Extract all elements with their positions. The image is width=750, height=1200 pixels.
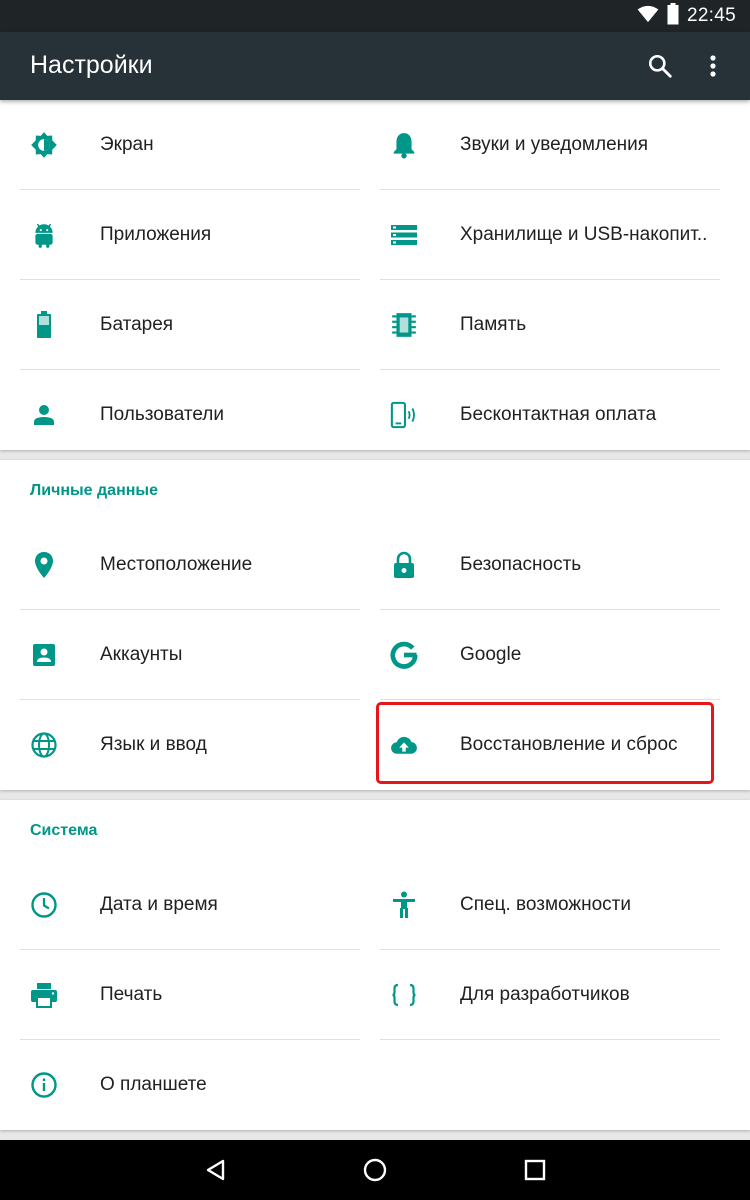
settings-item-label: О планшете	[100, 1074, 207, 1095]
settings-item-label: Приложения	[100, 224, 212, 245]
system-settings-card: Система Дата и время Спец. возможности П…	[0, 800, 750, 1130]
wifi-icon	[637, 5, 659, 28]
lock-icon	[390, 551, 418, 579]
settings-item-label: Хранилище и USB-накопит..	[460, 224, 708, 245]
home-button[interactable]	[355, 1150, 395, 1190]
settings-item-developer[interactable]: Для разработчиков	[380, 950, 720, 1040]
settings-item-location[interactable]: Местоположение	[20, 520, 360, 610]
nfc-phone-icon	[390, 401, 418, 429]
account-box-icon	[30, 641, 58, 669]
brightness-icon	[30, 131, 58, 159]
accessibility-icon	[390, 891, 418, 919]
section-title-personal: Личные данные	[30, 482, 158, 499]
clock-icon	[30, 891, 58, 919]
battery-icon	[667, 2, 679, 30]
settings-item-printing[interactable]: Печать	[20, 950, 360, 1040]
braces-icon	[390, 981, 418, 1009]
settings-item-label: Местоположение	[100, 554, 253, 575]
android-icon	[30, 221, 58, 249]
settings-item-label: Батарея	[100, 314, 174, 335]
settings-item-label: Звуки и уведомления	[460, 134, 649, 155]
recents-icon	[524, 1159, 546, 1181]
settings-item-about-tablet[interactable]: О планшете	[20, 1040, 360, 1130]
settings-item-accounts[interactable]: Аккаунты	[20, 610, 360, 700]
settings-item-label: Дата и время	[100, 894, 218, 915]
settings-item-nfc-payment[interactable]: Бесконтактная оплата	[380, 370, 720, 460]
home-icon	[363, 1158, 387, 1182]
settings-item-label: Язык и ввод	[100, 734, 207, 755]
navigation-bar	[0, 1140, 750, 1200]
settings-item-label: Для разработчиков	[460, 984, 630, 1005]
recents-button[interactable]	[515, 1150, 555, 1190]
more-options-button[interactable]	[693, 46, 733, 86]
location-pin-icon	[30, 551, 58, 579]
search-button[interactable]	[640, 46, 680, 86]
personal-settings-card: Личные данные Местоположение Безопасност…	[0, 460, 750, 790]
settings-item-label: Спец. возможности	[460, 894, 631, 915]
search-icon	[648, 54, 672, 78]
cloud-upload-icon	[390, 731, 418, 759]
status-icons: 22:45	[637, 2, 736, 30]
settings-item-storage[interactable]: Хранилище и USB-накопит..	[380, 190, 720, 280]
section-title-system: Система	[30, 822, 98, 839]
settings-item-label: Безопасность	[460, 554, 582, 575]
back-icon	[206, 1159, 225, 1181]
info-icon	[30, 1071, 58, 1099]
storage-icon	[390, 221, 418, 249]
back-button[interactable]	[196, 1150, 236, 1190]
settings-item-battery[interactable]: Батарея	[20, 280, 360, 370]
settings-item-sound[interactable]: Звуки и уведомления	[380, 100, 720, 190]
person-icon	[30, 401, 58, 429]
settings-item-users[interactable]: Пользователи	[20, 370, 360, 460]
settings-item-language[interactable]: Язык и ввод	[20, 700, 360, 790]
settings-item-memory[interactable]: Память	[380, 280, 720, 370]
settings-item-google[interactable]: Google	[380, 610, 720, 700]
app-toolbar: Настройки	[0, 32, 750, 100]
settings-item-label: Печать	[100, 984, 163, 1005]
settings-item-label: Бесконтактная оплата	[460, 404, 657, 425]
settings-item-label: Аккаунты	[100, 644, 183, 665]
memory-chip-icon	[390, 311, 418, 339]
settings-item-date-time[interactable]: Дата и время	[20, 860, 360, 950]
device-settings-card: Экран Звуки и уведомления Приложения Хра…	[0, 100, 750, 450]
settings-item-accessibility[interactable]: Спец. возможности	[380, 860, 720, 950]
bell-icon	[390, 131, 418, 159]
google-g-icon	[390, 641, 418, 669]
settings-item-label: Память	[460, 314, 527, 335]
settings-item-backup-reset[interactable]: Восстановление и сброс	[380, 700, 720, 790]
settings-item-security[interactable]: Безопасность	[380, 520, 720, 610]
globe-icon	[30, 731, 58, 759]
battery-icon	[30, 311, 58, 339]
divider	[380, 1039, 720, 1040]
status-time: 22:45	[686, 5, 736, 26]
settings-item-apps[interactable]: Приложения	[20, 190, 360, 280]
more-vert-icon	[710, 55, 716, 77]
settings-item-label: Экран	[100, 134, 154, 155]
status-bar: 22:45	[0, 0, 750, 32]
page-title: Настройки	[30, 51, 153, 79]
settings-item-label: Восстановление и сброс	[460, 734, 678, 755]
settings-item-label: Пользователи	[100, 404, 225, 425]
settings-item-label: Google	[460, 644, 522, 665]
printer-icon	[30, 981, 58, 1009]
settings-item-display[interactable]: Экран	[20, 100, 360, 190]
